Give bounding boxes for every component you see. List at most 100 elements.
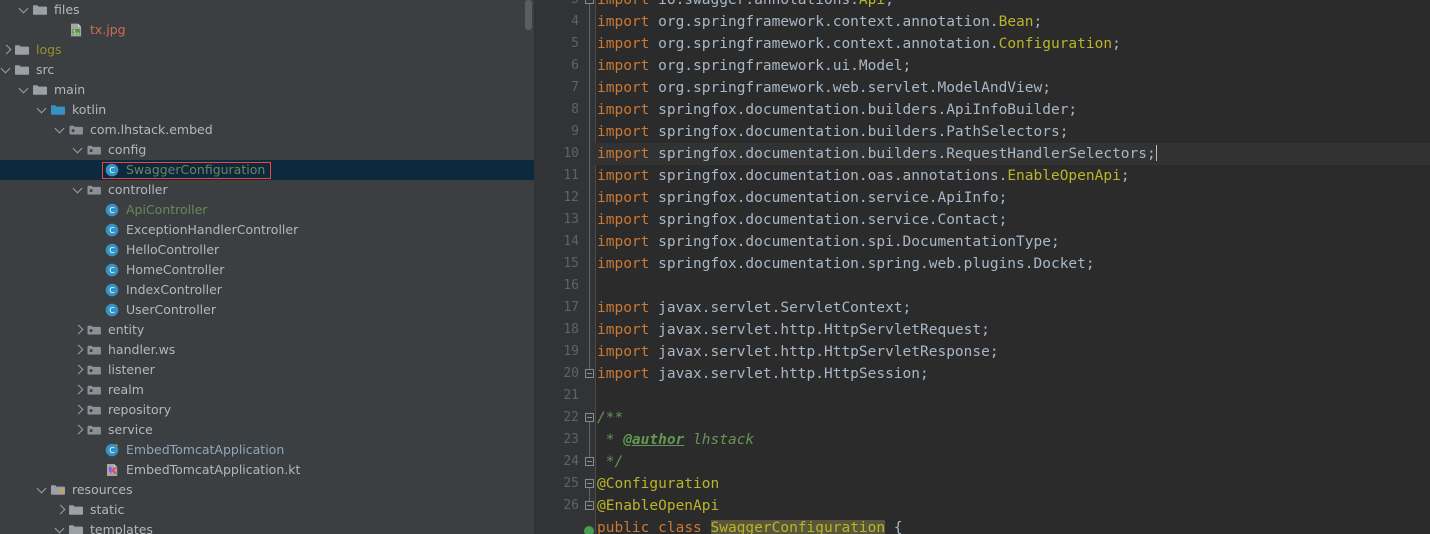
chevron-right-icon[interactable] (0, 40, 14, 60)
fold-end-icon[interactable] (585, 501, 594, 510)
tree-node-src[interactable]: src (0, 60, 535, 80)
code-text[interactable]: import springfox.documentation.service.A… (597, 187, 1007, 209)
fold-end-icon[interactable] (585, 457, 594, 466)
fold-end-icon[interactable] (585, 369, 594, 378)
tree-node-swaggerconfiguration[interactable]: C SwaggerConfiguration (0, 160, 535, 180)
code-text[interactable]: import springfox.documentation.builders.… (597, 121, 1068, 143)
code-line[interactable]: 4 import org.springframework.context.anno… (535, 11, 1430, 33)
project-tree[interactable]: files tx.jpg logs src main kotlin com.lhstack.… (0, 0, 535, 534)
code-text[interactable]: import javax.servlet.ServletContext; (597, 297, 911, 319)
code-line[interactable]: 24 */ (535, 451, 1430, 473)
tree-node-apicontroller[interactable]: C ApiController (0, 200, 535, 220)
tree-node-controller[interactable]: controller (0, 180, 535, 200)
tree-node-realm[interactable]: realm (0, 380, 535, 400)
code-line[interactable]: 7 import org.springframework.web.servlet.… (535, 77, 1430, 99)
code-line[interactable]: 18 import javax.servlet.http.HttpServletR… (535, 319, 1430, 341)
code-text[interactable]: import io.swagger.annotations.Api; (597, 0, 894, 11)
code-line[interactable]: 22 /** (535, 407, 1430, 429)
code-text[interactable]: * @author lhstack (597, 429, 754, 451)
code-text[interactable]: */ (597, 451, 623, 473)
code-text[interactable]: import javax.servlet.http.HttpServletRes… (597, 341, 999, 363)
tree-node-config[interactable]: config (0, 140, 535, 160)
tree-node-tx-jpg[interactable]: tx.jpg (0, 20, 535, 40)
chevron-right-icon[interactable] (72, 380, 86, 400)
code-text[interactable]: import org.springframework.context.annot… (597, 33, 1121, 55)
code-line[interactable]: 11 import springfox.documentation.oas.ann… (535, 165, 1430, 187)
code-line[interactable]: 8 import springfox.documentation.builders… (535, 99, 1430, 121)
tree-node-service[interactable]: service (0, 420, 535, 440)
code-line[interactable]: 26 @EnableOpenApi (535, 495, 1430, 517)
code-line[interactable]: 10 import springfox.documentation.builder… (535, 143, 1430, 165)
tree-node-embedtomcatapplication-kt[interactable]: EmbedTomcatApplication.kt (0, 460, 535, 480)
code-line[interactable]: 9 import springfox.documentation.builders… (535, 121, 1430, 143)
code-text[interactable]: import springfox.documentation.spi.Docum… (597, 231, 1060, 253)
chevron-right-icon[interactable] (72, 340, 86, 360)
chevron-down-icon[interactable] (54, 520, 68, 534)
tree-node-entity[interactable]: entity (0, 320, 535, 340)
tree-node-logs[interactable]: logs (0, 40, 535, 60)
fold-collapse-icon-partial[interactable] (583, 522, 595, 534)
sidebar-scrollbar-thumb[interactable] (525, 0, 532, 30)
code-text[interactable]: import springfox.documentation.oas.annot… (597, 165, 1130, 187)
code-text[interactable]: /** (597, 407, 623, 429)
code-line[interactable]: 20 import javax.servlet.http.HttpSession; (535, 363, 1430, 385)
tree-node-listener[interactable]: listener (0, 360, 535, 380)
fold-collapse-icon[interactable] (585, 479, 594, 488)
sidebar-scrollbar-track[interactable] (525, 0, 534, 534)
code-line[interactable]: 5 import org.springframework.context.anno… (535, 33, 1430, 55)
code-line[interactable]: 12 import springfox.documentation.service… (535, 187, 1430, 209)
code-line[interactable]: 3 import io.swagger.annotations.Api; (535, 0, 1430, 11)
chevron-right-icon[interactable] (72, 400, 86, 420)
code-text[interactable]: import org.springframework.ui.Model; (597, 55, 911, 77)
chevron-down-icon[interactable] (54, 120, 68, 140)
tree-node-static[interactable]: static (0, 500, 535, 520)
code-line-partial[interactable]: public class SwaggerConfiguration { (535, 517, 1430, 534)
code-line[interactable]: 17 import javax.servlet.ServletContext; (535, 297, 1430, 319)
code-text[interactable]: import springfox.documentation.builders.… (597, 99, 1077, 121)
chevron-right-icon[interactable] (72, 320, 86, 340)
code-line[interactable]: 23 * @author lhstack (535, 429, 1430, 451)
tree-node-main[interactable]: main (0, 80, 535, 100)
code-line[interactable]: 15 import springfox.documentation.spring.… (535, 253, 1430, 275)
chevron-right-icon[interactable] (72, 420, 86, 440)
tree-node-embedtomcatapplication[interactable]: C EmbedTomcatApplication (0, 440, 535, 460)
code-line[interactable]: 6 import org.springframework.ui.Model; (535, 55, 1430, 77)
code-text[interactable]: public class SwaggerConfiguration { (597, 517, 903, 534)
tree-node-hellocontroller[interactable]: C HelloController (0, 240, 535, 260)
chevron-right-icon[interactable] (72, 360, 86, 380)
code-text[interactable]: @Configuration (597, 473, 719, 495)
tree-node-resources[interactable]: resources (0, 480, 535, 500)
code-line[interactable]: 14 import springfox.documentation.spi.Doc… (535, 231, 1430, 253)
code-line[interactable]: 21 (535, 385, 1430, 407)
chevron-right-icon[interactable] (54, 500, 68, 520)
tree-node-templates[interactable]: templates (0, 520, 535, 534)
code-editor[interactable]: 3 import io.swagger.annotations.Api; 4 impo… (535, 0, 1430, 534)
code-text[interactable]: import springfox.documentation.service.C… (597, 209, 1007, 231)
tree-node-com-lhstack-embed[interactable]: com.lhstack.embed (0, 120, 535, 140)
chevron-down-icon[interactable] (36, 100, 50, 120)
code-text[interactable]: import javax.servlet.http.HttpSession; (597, 363, 929, 385)
tree-node-usercontroller[interactable]: C UserController (0, 300, 535, 320)
chevron-down-icon[interactable] (18, 0, 32, 20)
code-line[interactable]: 25 @Configuration (535, 473, 1430, 495)
chevron-down-icon[interactable] (36, 480, 50, 500)
chevron-down-icon[interactable] (0, 60, 14, 80)
tree-node-kotlin[interactable]: kotlin (0, 100, 535, 120)
tree-node-indexcontroller[interactable]: C IndexController (0, 280, 535, 300)
chevron-down-icon[interactable] (72, 180, 86, 200)
tree-node-homecontroller[interactable]: C HomeController (0, 260, 535, 280)
code-text[interactable]: import org.springframework.context.annot… (597, 11, 1042, 33)
code-text[interactable]: @EnableOpenApi (597, 495, 719, 517)
tree-node-handler-ws[interactable]: handler.ws (0, 340, 535, 360)
tree-node-exceptionhandlercontroller[interactable]: C ExceptionHandlerController (0, 220, 535, 240)
fold-collapse-icon[interactable] (585, 413, 594, 422)
tree-node-repository[interactable]: repository (0, 400, 535, 420)
tree-node-files[interactable]: files (0, 0, 535, 20)
chevron-down-icon[interactable] (72, 140, 86, 160)
code-text[interactable]: import springfox.documentation.builders.… (597, 143, 1157, 165)
project-tool-window[interactable]: files tx.jpg logs src main kotlin com.lhstack.… (0, 0, 535, 534)
chevron-down-icon[interactable] (18, 80, 32, 100)
code-line[interactable]: 16 (535, 275, 1430, 297)
code-line[interactable]: 19 import javax.servlet.http.HttpServletR… (535, 341, 1430, 363)
code-text[interactable]: import javax.servlet.http.HttpServletReq… (597, 319, 990, 341)
